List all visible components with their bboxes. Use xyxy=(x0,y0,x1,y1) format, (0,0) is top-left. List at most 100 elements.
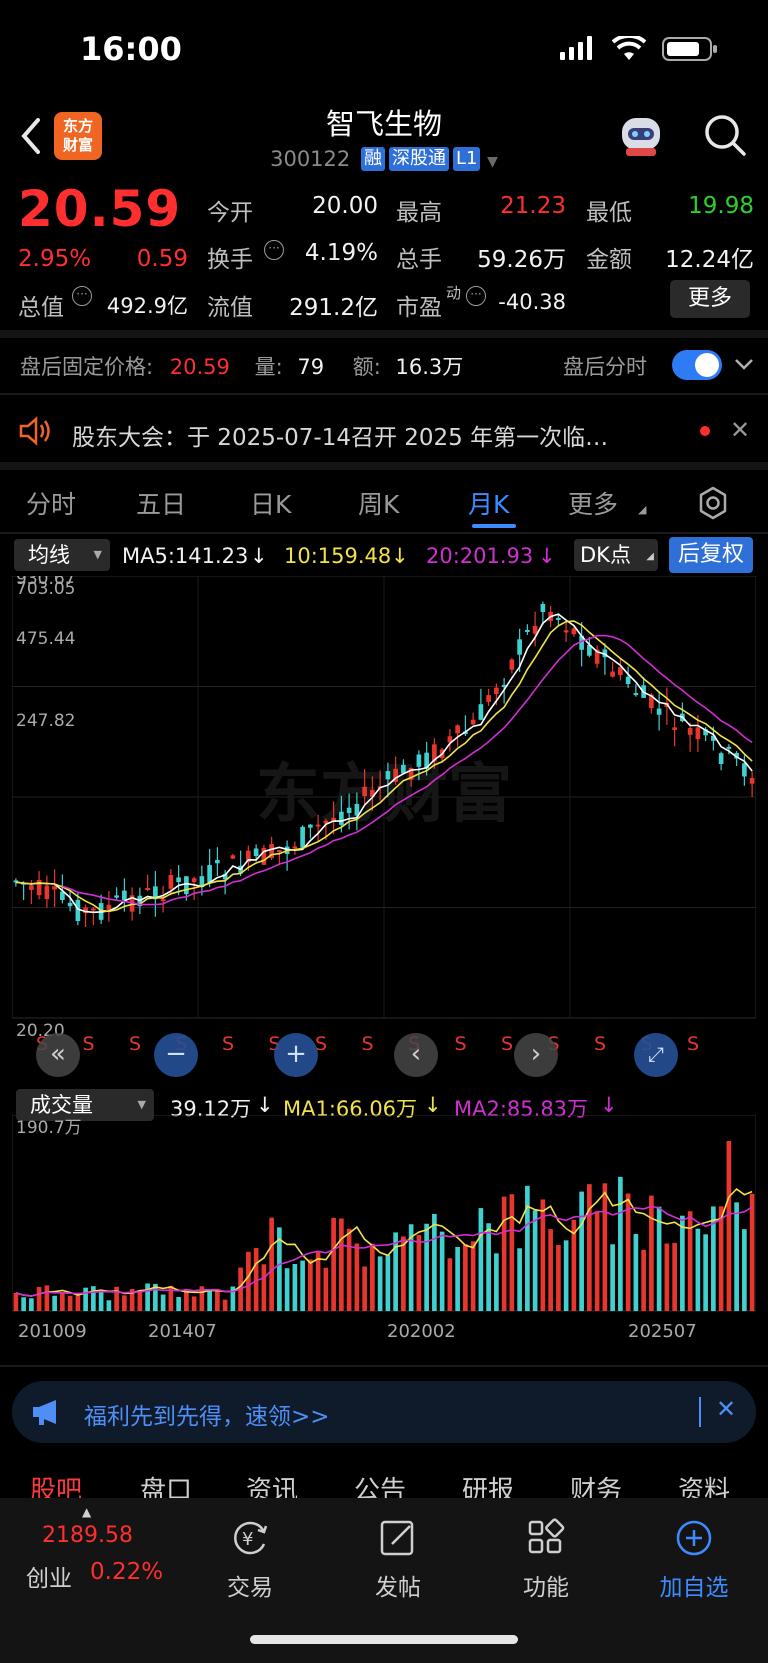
notice-text[interactable]: 股东大会：于 2025-07-14召开 2025 年第一次临… xyxy=(72,418,672,452)
nav-add-watchlist[interactable]: 加自选 xyxy=(639,1518,749,1602)
candle-body xyxy=(385,771,391,780)
candle-body xyxy=(556,617,561,620)
info-icon[interactable]: ··· xyxy=(264,240,284,260)
volume-bar xyxy=(749,1193,755,1311)
volume-bar xyxy=(486,1223,491,1311)
candle-body xyxy=(292,846,298,849)
scroll-left-icon[interactable]: « xyxy=(36,1033,80,1077)
info-icon[interactable]: ··· xyxy=(72,286,92,306)
dk-point-button[interactable]: DK点 ◢ xyxy=(574,539,658,571)
signal-icon xyxy=(560,36,598,60)
adjust-button[interactable]: 后复权 xyxy=(669,537,753,573)
expand-icon[interactable]: ⤢ xyxy=(634,1033,678,1077)
tab-daily-k[interactable]: 日K xyxy=(250,485,291,521)
after-hours-toggle[interactable] xyxy=(672,350,722,380)
volume-bar xyxy=(742,1229,747,1311)
volume-bar xyxy=(36,1287,42,1311)
grid-icon xyxy=(528,1518,565,1554)
sell-marker: S xyxy=(362,1033,374,1055)
robot-assistant-icon[interactable] xyxy=(618,114,664,158)
megaphone-icon xyxy=(33,1400,56,1425)
index-name[interactable]: 创业 xyxy=(26,1559,72,1593)
candle-body xyxy=(571,628,577,635)
info-icon[interactable]: ··· xyxy=(466,286,486,306)
close-icon[interactable]: ✕ xyxy=(730,416,750,444)
chevron-down-icon[interactable] xyxy=(734,356,754,372)
candle-body xyxy=(44,885,50,899)
candle-body xyxy=(726,746,732,749)
y-axis-label: 247.82 xyxy=(16,711,75,731)
kline-chart[interactable]: 东方财富930.67703.05475.44247.8220.20S S S S S S S… xyxy=(12,576,756,1086)
after-hours-vol-label: 量: xyxy=(254,355,283,379)
more-button[interactable]: 更多 xyxy=(670,280,750,318)
nav-post[interactable]: 发帖 xyxy=(343,1518,453,1602)
tab-5day[interactable]: 五日 xyxy=(136,485,186,521)
volume-bar xyxy=(377,1256,383,1311)
down-arrow-icon: ↓ xyxy=(256,1093,274,1117)
zoom-in-icon[interactable]: + xyxy=(274,1033,318,1077)
high-label: 最高 xyxy=(396,200,442,226)
volume-bar xyxy=(432,1213,437,1311)
down-arrow-icon: ↓ xyxy=(250,544,268,568)
x-axis-label: 201009 xyxy=(18,1321,87,1342)
search-icon[interactable] xyxy=(702,112,748,158)
down-arrow-icon: ↓ xyxy=(424,1093,442,1117)
volume-bar xyxy=(160,1294,166,1311)
candle-body xyxy=(416,754,422,767)
candle-body xyxy=(517,639,522,655)
nav-trade[interactable]: ¥ 交易 xyxy=(195,1518,305,1602)
candle-body xyxy=(362,786,367,797)
volume-bar xyxy=(478,1208,484,1311)
candle-body xyxy=(687,728,693,735)
tab-more[interactable]: 更多 xyxy=(568,485,618,521)
volume-label: 总手 xyxy=(396,247,442,273)
tab-weekly-k[interactable]: 周K xyxy=(358,485,399,521)
tab-monthly-k[interactable]: 月K xyxy=(468,485,509,521)
chevron-left-icon[interactable]: ‹ xyxy=(394,1033,438,1077)
notice-dot xyxy=(700,426,710,436)
sell-marker: S xyxy=(501,1033,513,1055)
candle-body xyxy=(145,887,150,890)
after-hours-amt: 16.3万 xyxy=(395,355,464,379)
volume-bar xyxy=(106,1300,112,1311)
candle-body xyxy=(625,676,631,684)
zoom-out-icon[interactable]: − xyxy=(154,1033,198,1077)
divider xyxy=(0,532,768,534)
candle-body xyxy=(160,899,166,902)
volume-bar xyxy=(455,1246,460,1311)
status-time: 16:00 xyxy=(80,30,182,68)
index-change[interactable]: 0.22% xyxy=(90,1559,163,1585)
watermark-logo: 东方财富 xyxy=(256,758,512,832)
caret-icon: ◢ xyxy=(638,503,647,516)
volume-bar xyxy=(269,1217,274,1311)
battery-icon xyxy=(662,37,717,61)
candle-body xyxy=(215,859,220,864)
candle-body xyxy=(633,693,639,696)
volume-bar xyxy=(331,1217,336,1311)
candle-body xyxy=(230,855,236,859)
ma-dropdown[interactable]: 均线 ▼ xyxy=(14,539,110,571)
candle-body xyxy=(106,904,112,911)
mktcap-label: 总值 xyxy=(18,295,64,321)
volume-bar xyxy=(664,1243,670,1311)
chevron-down-icon[interactable]: ▼ xyxy=(487,154,498,170)
index-value[interactable]: 2189.58 xyxy=(42,1523,133,1548)
volume-bar xyxy=(587,1184,592,1311)
close-icon[interactable]: ✕ xyxy=(716,1395,736,1423)
tab-intraday[interactable]: 分时 xyxy=(26,485,76,521)
gear-icon[interactable] xyxy=(696,486,730,520)
candle-body xyxy=(184,876,189,895)
tag-margin: 融 xyxy=(360,147,385,171)
volume-bar xyxy=(83,1287,88,1311)
volume-bar xyxy=(470,1241,476,1311)
sell-marker: S xyxy=(129,1033,141,1055)
pe-label: 市盈 xyxy=(396,295,442,321)
volume-chart[interactable]: 190.7万 201009 201407 202002 202507 xyxy=(12,1115,756,1355)
volume-bar xyxy=(67,1295,73,1311)
nav-functions[interactable]: 功能 xyxy=(491,1518,601,1602)
volume-bar xyxy=(13,1292,19,1311)
sell-marker: S xyxy=(594,1033,606,1055)
promo-banner[interactable]: 福利先到先得，速领>> ✕ xyxy=(12,1381,756,1443)
chevron-right-icon[interactable]: › xyxy=(514,1033,558,1077)
stock-code: 300122 xyxy=(270,147,351,171)
